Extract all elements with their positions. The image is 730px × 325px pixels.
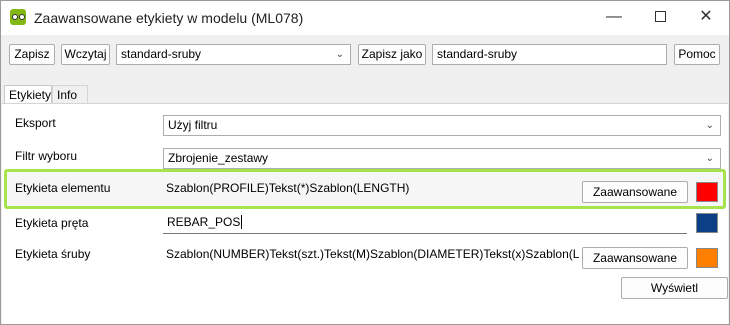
- export-select-value: Użyj filtru: [168, 118, 218, 132]
- bolt-label-value: Szablon(NUMBER)Tekst(szt.)Tekst(M)Szablo…: [166, 247, 579, 261]
- export-select[interactable]: Użyj filtru ⌄: [163, 115, 721, 136]
- bolt-advanced-button[interactable]: Zaawansowane: [582, 247, 688, 269]
- chevron-down-icon: ⌄: [705, 120, 714, 131]
- save-button[interactable]: Zapisz: [9, 44, 55, 65]
- bolt-label-caption: Etykieta śruby: [15, 247, 91, 261]
- title-bar: Zaawansowane etykiety w modelu (ML078) —…: [1, 1, 729, 35]
- minimize-icon: —: [606, 8, 622, 25]
- close-icon: ✕: [699, 8, 713, 25]
- app-logo-icon: [10, 9, 26, 25]
- element-advanced-button[interactable]: Zaawansowane: [582, 181, 688, 203]
- element-label-caption: Etykieta elementu: [15, 181, 111, 195]
- element-label-value: Szablon(PROFILE)Tekst(*)Szablon(LENGTH): [166, 181, 410, 195]
- save-as-name-input[interactable]: standard-sruby: [432, 44, 667, 65]
- save-as-button[interactable]: Zapisz jako: [358, 44, 426, 65]
- load-button[interactable]: Wczytaj: [61, 44, 110, 65]
- help-button[interactable]: Pomoc: [674, 44, 720, 65]
- show-button[interactable]: Wyświetl: [621, 277, 728, 299]
- chevron-down-icon: ⌄: [335, 49, 344, 60]
- maximize-icon: [654, 11, 666, 23]
- rebar-color-swatch[interactable]: [696, 213, 718, 233]
- tab-info[interactable]: Info: [52, 85, 88, 103]
- filter-select-value: Zbrojenie_zestawy: [168, 151, 269, 165]
- chevron-down-icon: ⌄: [705, 153, 714, 164]
- export-label: Eksport: [15, 116, 56, 130]
- rebar-label-input[interactable]: REBAR_POS: [163, 213, 687, 234]
- window-title: Zaawansowane etykiety w modelu (ML078): [34, 10, 304, 26]
- rebar-label-value: REBAR_POS: [167, 215, 241, 229]
- minimize-button[interactable]: —: [591, 1, 637, 35]
- maximize-button[interactable]: [637, 1, 683, 35]
- bolt-color-swatch[interactable]: [696, 248, 718, 268]
- dialog-window: Zaawansowane etykiety w modelu (ML078) —…: [0, 0, 730, 325]
- filter-label: Filtr wyboru: [15, 149, 78, 163]
- preset-select[interactable]: standard-sruby ⌄: [116, 44, 351, 65]
- tab-labels[interactable]: Etykiety: [4, 85, 52, 103]
- filter-select[interactable]: Zbrojenie_zestawy ⌄: [163, 148, 721, 169]
- preset-select-value: standard-sruby: [121, 47, 202, 61]
- element-color-swatch[interactable]: [696, 182, 718, 202]
- rebar-label-caption: Etykieta pręta: [15, 216, 89, 230]
- close-button[interactable]: ✕: [683, 1, 729, 35]
